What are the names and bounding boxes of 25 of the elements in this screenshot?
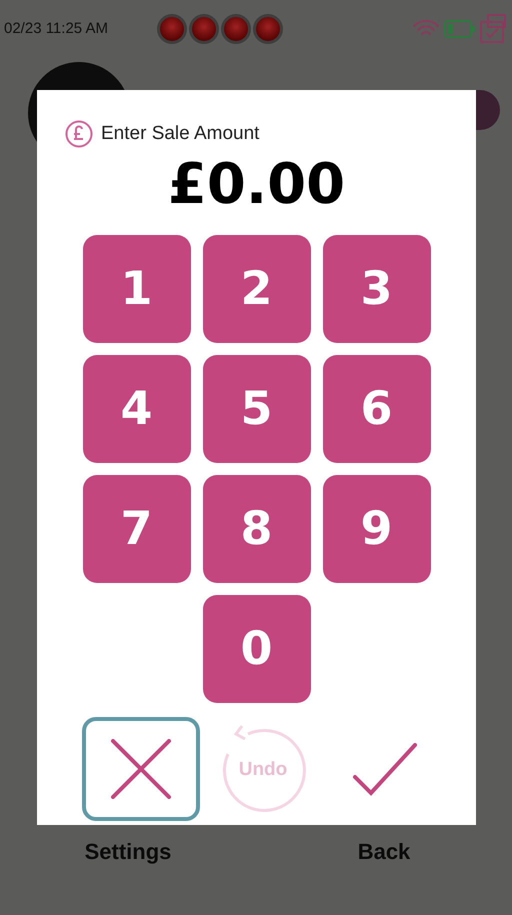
- status-light-icon: [252, 14, 283, 44]
- dialog-title: Enter Sale Amount: [101, 122, 260, 146]
- keypad-key[interactable]: 6: [322, 354, 430, 462]
- keypad-key[interactable]: 7: [82, 474, 190, 582]
- keypad-key[interactable]: 9: [322, 474, 430, 582]
- status-time: 02/23 11:25 AM: [4, 18, 108, 39]
- keypad-key[interactable]: 0: [202, 594, 310, 702]
- keypad-key[interactable]: 8: [202, 474, 310, 582]
- menu-tile-button[interactable]: Back: [256, 825, 512, 869]
- receipt-icon: [480, 14, 506, 44]
- close-icon: [109, 738, 173, 798]
- check-icon: [352, 742, 418, 796]
- keypad-key[interactable]: 2: [202, 234, 310, 342]
- battery-icon: [444, 19, 476, 39]
- pound-coin-icon: [65, 120, 93, 148]
- keypad-key[interactable]: 4: [82, 354, 190, 462]
- status-light-icon: [220, 14, 251, 44]
- keypad-key[interactable]: 3: [322, 234, 430, 342]
- status-light-icon: [156, 14, 187, 44]
- status-light-icon: [188, 14, 219, 44]
- menu-tile-button[interactable]: Settings: [0, 825, 256, 869]
- cancel-button[interactable]: [82, 716, 200, 820]
- keypad-key[interactable]: 5: [202, 354, 310, 462]
- keypad-key[interactable]: 1: [82, 234, 190, 342]
- amount-display: £0.00: [168, 152, 346, 216]
